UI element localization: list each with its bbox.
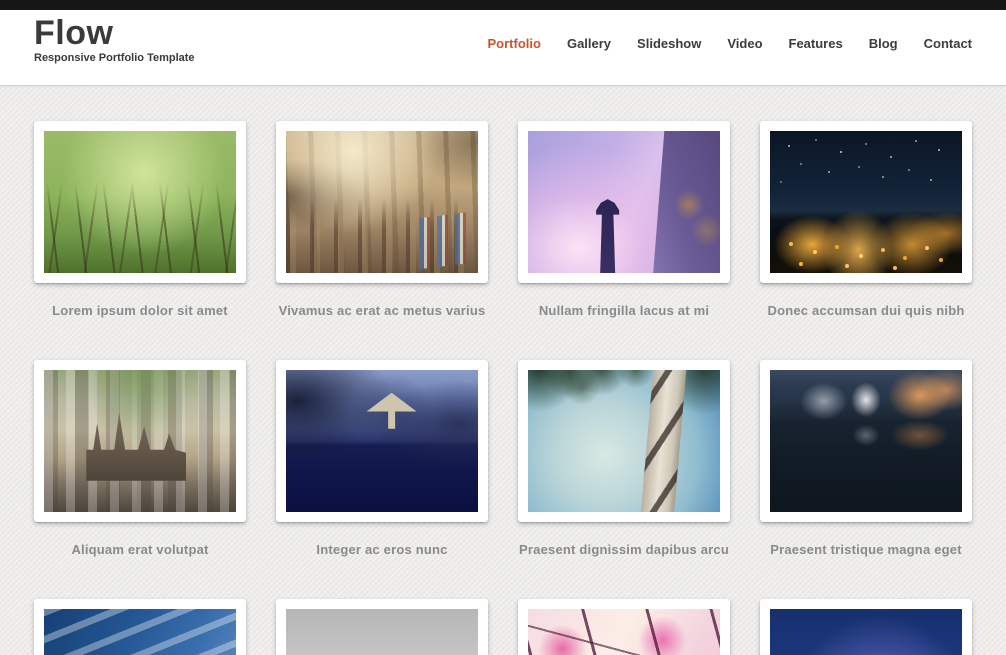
portfolio-item: Praesent tristique magna eget <box>760 360 972 557</box>
thumbnail-blue-sky-clouds[interactable] <box>44 609 236 655</box>
thumbnail-purple-tower[interactable] <box>528 131 720 273</box>
site-tagline: Responsive Portfolio Template <box>34 52 195 64</box>
portfolio-card[interactable] <box>34 360 246 522</box>
portfolio-item: Praesent dignissim dapibus arcu <box>518 360 730 557</box>
portfolio-page: Lorem ipsum dolor sit amet Vivamus ac er… <box>0 86 1006 655</box>
portfolio-caption[interactable]: Nullam fringilla lacus at mi <box>518 303 730 318</box>
nav-item-video[interactable]: Video <box>727 36 762 51</box>
portfolio-item <box>518 599 730 655</box>
portfolio-caption[interactable]: Donec accumsan dui quis nibh <box>760 303 972 318</box>
portfolio-card[interactable] <box>518 599 730 655</box>
thumbnail-birch-sky[interactable] <box>528 370 720 512</box>
brand: Flow Responsive Portfolio Template <box>34 10 195 64</box>
portfolio-card[interactable] <box>34 121 246 283</box>
portfolio-item <box>276 599 488 655</box>
portfolio-item: Integer ac eros nunc <box>276 360 488 557</box>
thumbnail-grass-macro[interactable] <box>44 131 236 273</box>
thumbnail-cathedral-interior[interactable] <box>286 131 478 273</box>
portfolio-card[interactable] <box>760 121 972 283</box>
portfolio-card[interactable] <box>518 360 730 522</box>
site-logo[interactable]: Flow <box>34 15 195 51</box>
portfolio-caption[interactable]: Vivamus ac erat ac metus varius <box>276 303 488 318</box>
portfolio-card[interactable] <box>760 599 972 655</box>
portfolio-caption[interactable]: Integer ac eros nunc <box>276 542 488 557</box>
thumbnail-grayscale-church[interactable] <box>286 609 478 655</box>
portfolio-item: Vivamus ac erat ac metus varius <box>276 121 488 318</box>
thumbnail-blue-glow[interactable] <box>770 609 962 655</box>
portfolio-item: Nullam fringilla lacus at mi <box>518 121 730 318</box>
portfolio-caption[interactable]: Lorem ipsum dolor sit amet <box>34 303 246 318</box>
nav-item-gallery[interactable]: Gallery <box>567 36 611 51</box>
portfolio-caption[interactable]: Praesent dignissim dapibus arcu <box>518 542 730 557</box>
thumbnail-night-city[interactable] <box>770 131 962 273</box>
portfolio-item <box>34 599 246 655</box>
thumbnail-cherry-blossom[interactable] <box>528 609 720 655</box>
portfolio-grid: Lorem ipsum dolor sit amet Vivamus ac er… <box>34 121 972 655</box>
portfolio-card[interactable] <box>34 599 246 655</box>
portfolio-caption[interactable]: Aliquam erat volutpat <box>34 542 246 557</box>
nav-item-contact[interactable]: Contact <box>924 36 972 51</box>
portfolio-item <box>760 599 972 655</box>
portfolio-item: Lorem ipsum dolor sit amet <box>34 121 246 318</box>
nav-item-slideshow[interactable]: Slideshow <box>637 36 701 51</box>
nav-item-blog[interactable]: Blog <box>869 36 898 51</box>
thumbnail-tilt-shift-town[interactable] <box>44 370 236 512</box>
portfolio-card[interactable] <box>760 360 972 522</box>
site-header: Flow Responsive Portfolio Template Portf… <box>0 10 1006 86</box>
thumbnail-mountain-lake[interactable] <box>770 370 962 512</box>
main-nav: Portfolio Gallery Slideshow Video Featur… <box>462 10 972 51</box>
portfolio-card[interactable] <box>276 360 488 522</box>
nav-item-portfolio[interactable]: Portfolio <box>488 36 541 51</box>
portfolio-card[interactable] <box>276 121 488 283</box>
portfolio-card[interactable] <box>518 121 730 283</box>
portfolio-item: Donec accumsan dui quis nibh <box>760 121 972 318</box>
thumbnail-evening-pool[interactable] <box>286 370 478 512</box>
top-accent-bar <box>0 0 1006 10</box>
portfolio-caption[interactable]: Praesent tristique magna eget <box>760 542 972 557</box>
portfolio-item: Aliquam erat volutpat <box>34 360 246 557</box>
nav-item-features[interactable]: Features <box>789 36 843 51</box>
portfolio-card[interactable] <box>276 599 488 655</box>
